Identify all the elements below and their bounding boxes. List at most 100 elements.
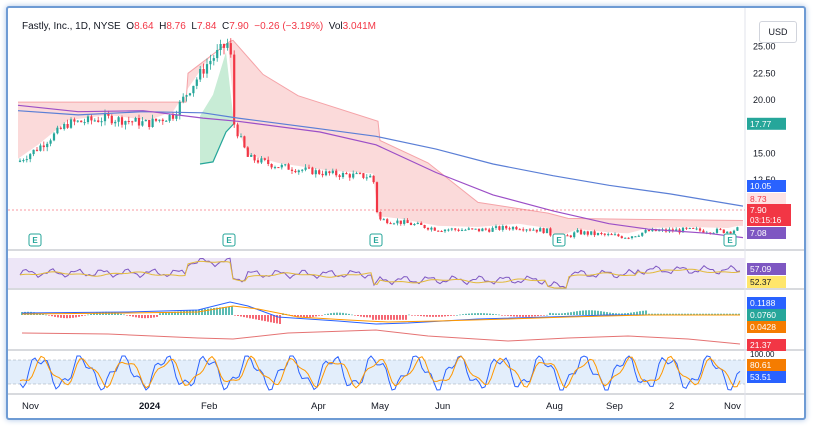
macd-histogram-bar [237,315,239,316]
macd-histogram-bar [186,310,188,315]
candle-body [124,121,127,125]
macd-histogram-bar [48,315,50,316]
candle-body [273,167,277,169]
candle-body [372,175,375,183]
macd-histogram-bar [492,313,494,315]
macd-histogram-bar [366,315,368,318]
candle-body [471,228,474,230]
candle-body [695,228,698,230]
candle-body [335,170,338,176]
macd-histogram-bar [126,315,128,316]
macd-histogram-bar [147,315,149,319]
candle-body [246,147,249,157]
macd-histogram-bar [234,315,236,316]
candle-body [600,233,603,234]
candle-body [583,231,586,235]
candle-body [573,232,576,238]
candle-body [525,229,528,231]
price-axis-label: 20.00 [753,95,776,105]
macd-histogram-bar [582,310,584,315]
candle-body [270,164,273,168]
macd-histogram-bar [474,313,476,315]
candle-body [314,170,317,175]
candle-body [192,85,195,94]
macd-histogram-bar [423,315,425,317]
stoch-k-badge: 80.61 [750,360,772,370]
macd-histogram-bar [252,315,254,319]
candle-body [103,114,107,122]
candle-body [576,229,579,233]
candle-body [229,43,232,55]
candle-body [90,116,93,121]
macd-histogram-bar [360,315,362,317]
candle-body [42,145,45,148]
macd-histogram-bar [330,313,332,315]
macd-histogram-bar [378,315,380,320]
candle-body [32,149,35,155]
candle-body [52,133,56,141]
candle-body [195,79,198,86]
macd-histogram-bar [45,314,47,316]
candle-body [416,222,419,224]
candle-body [515,226,518,230]
candle-body [284,164,287,166]
macd-histogram-bar [639,311,641,315]
price-axis-label: 15.00 [753,148,776,158]
candle-body [97,120,100,122]
macd-histogram-bar [189,310,191,315]
candle-body [358,173,362,175]
macd-histogram-bar [84,315,86,316]
macd-histogram-bar [78,315,80,317]
macd-histogram-bar [264,315,266,322]
macd-histogram-bar [477,313,479,315]
macd-histogram-bar [372,315,374,320]
candle-body [144,120,147,122]
candle-body [243,136,246,148]
candle-body [290,169,294,171]
time-axis-label: May [371,401,389,412]
macd-histogram-bar [642,310,644,315]
last-price-badge: 7.90 [750,205,767,215]
macd-histogram-bar [141,315,143,319]
macd-histogram-bar [498,314,500,316]
macd-histogram-bar [90,313,92,315]
macd-histogram-bar [513,315,515,317]
time-axis[interactable]: Nov 2024 Feb Apr May Jun Aug Sep 2 Nov [22,401,741,412]
macd-histogram-bar [348,313,350,315]
macd-histogram-bar [402,315,404,320]
candle-body [301,169,304,171]
candle-body [226,43,229,48]
candle-body [522,229,525,231]
candle-body [610,234,613,236]
candle-body [423,225,426,228]
macd-badge: 0.1188 [750,298,776,308]
macd-histogram-bar [426,315,428,317]
candle-body [440,231,443,232]
candle-body [120,117,124,125]
candle-body [484,228,487,230]
macd-histogram-bar [645,310,647,315]
macd-histogram-bar [396,315,398,320]
candle-body [341,173,345,178]
candle-body [460,229,464,231]
macd-histogram-bar [486,313,488,315]
macd-histogram-bar [249,315,251,319]
candle-body [386,219,389,224]
candle-body [501,226,504,230]
macd-histogram-bar [321,315,323,316]
macd-histogram-bar [414,315,416,316]
macd-histogram-bar [585,310,587,315]
candle-body [318,170,321,174]
time-axis-label: Nov [22,401,39,412]
candle-body [168,114,171,121]
macd-histogram-bar [138,315,140,318]
macd-histogram-bar [357,315,359,316]
macd-histogram-bar [435,315,437,317]
candle-body [511,226,515,230]
macd-histogram-bar [51,315,53,317]
macd-histogram-bar [390,315,392,320]
candle-body [209,60,212,65]
candle-body [86,116,90,123]
chart-canvas[interactable]: EEEEE 25.0022.5020.0017.5015.0012.5010.0… [8,8,804,418]
macd-histogram-bar [123,314,125,316]
